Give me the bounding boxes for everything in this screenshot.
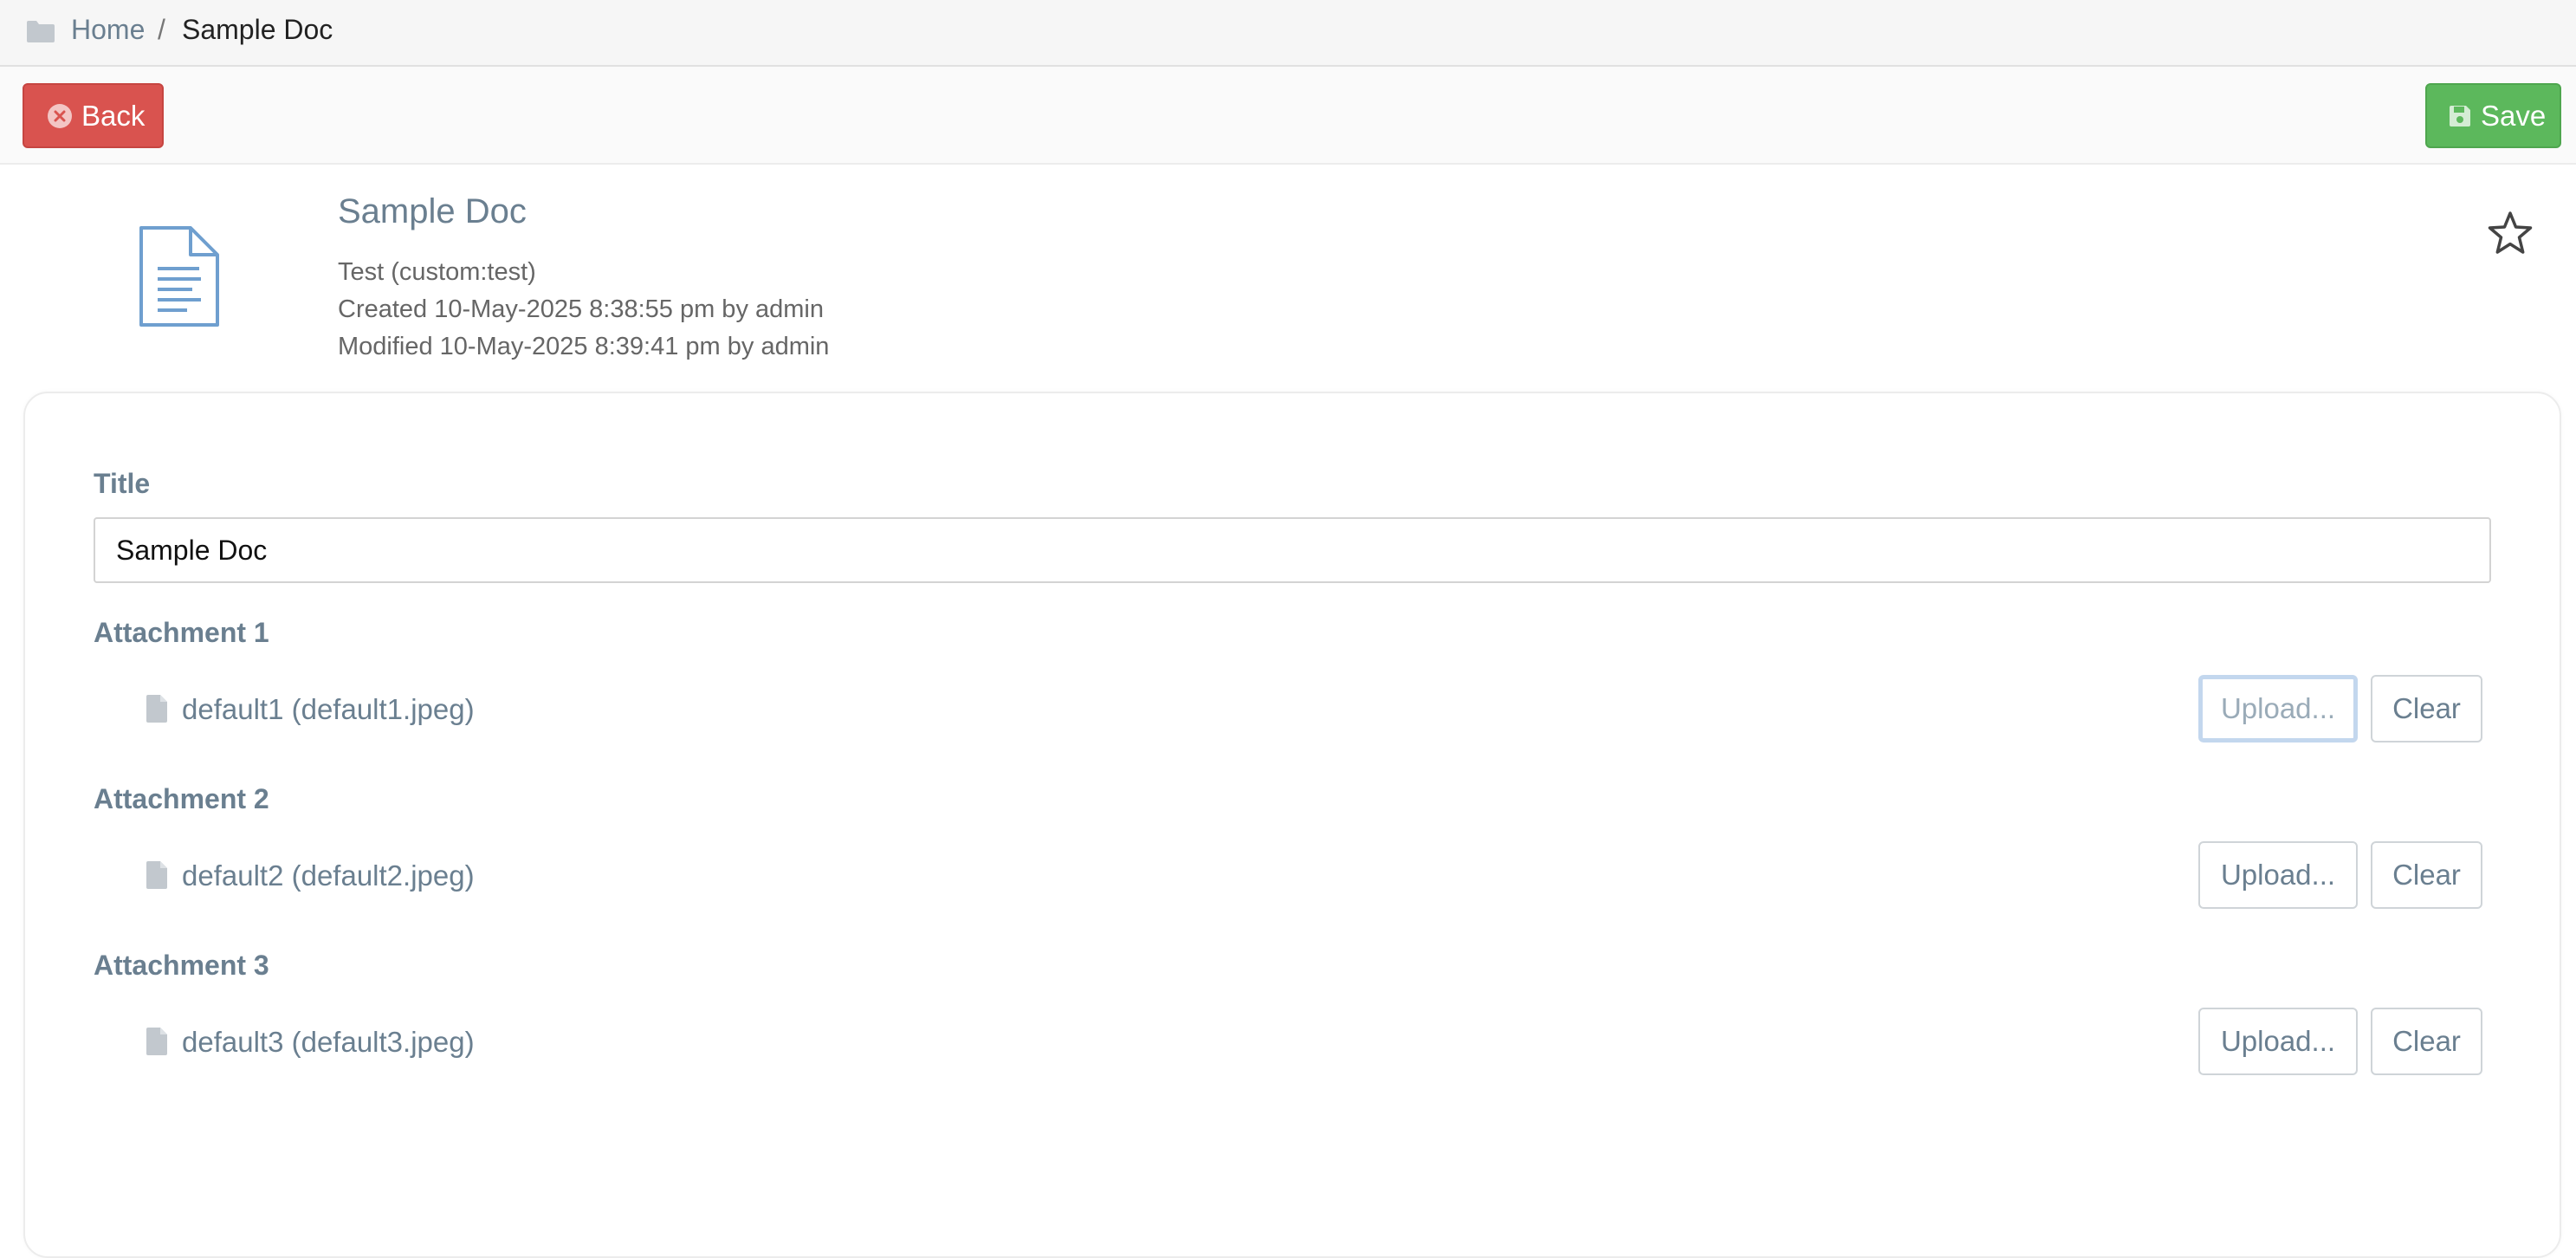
save-button-label: Save bbox=[2481, 99, 2547, 132]
attachment-1-file[interactable]: default1 (default1.jpeg) bbox=[182, 693, 475, 726]
attachment-3-clear-button[interactable]: Clear bbox=[2371, 1008, 2482, 1075]
back-button[interactable]: Back bbox=[23, 83, 164, 148]
star-outline-icon[interactable] bbox=[2488, 211, 2533, 256]
document-created: Created 10-May-2025 8:38:55 pm by admin bbox=[338, 295, 824, 323]
attachment-3-upload-button[interactable]: Upload... bbox=[2198, 1008, 2358, 1075]
attachment-2-clear-button[interactable]: Clear bbox=[2371, 841, 2482, 909]
attachment-1-label: Attachment 1 bbox=[94, 617, 269, 648]
attachment-3-label: Attachment 3 bbox=[94, 950, 269, 981]
back-button-label: Back bbox=[81, 99, 146, 132]
document-icon bbox=[139, 226, 219, 327]
attachment-2-label: Attachment 2 bbox=[94, 783, 269, 814]
folder-icon bbox=[27, 21, 55, 42]
attachment-1-upload-button[interactable]: Upload... bbox=[2198, 675, 2358, 742]
breadcrumb-current: Sample Doc bbox=[182, 14, 333, 45]
file-icon bbox=[146, 1028, 167, 1055]
attachment-3-file[interactable]: default3 (default3.jpeg) bbox=[182, 1026, 475, 1059]
document-title: Sample Doc bbox=[338, 192, 527, 230]
file-icon bbox=[146, 695, 167, 723]
attachment-2-upload-button[interactable]: Upload... bbox=[2198, 841, 2358, 909]
close-circle-icon bbox=[48, 103, 72, 128]
toolbar: Back Save bbox=[0, 67, 2576, 165]
document-type: Test (custom:test) bbox=[338, 258, 536, 286]
save-button[interactable]: Save bbox=[2425, 83, 2561, 148]
file-icon bbox=[146, 861, 167, 889]
breadcrumb-home-link[interactable]: Home bbox=[71, 14, 145, 46]
title-input[interactable] bbox=[94, 517, 2491, 583]
attachment-2-file[interactable]: default2 (default2.jpeg) bbox=[182, 859, 475, 892]
attachment-1-clear-button[interactable]: Clear bbox=[2371, 675, 2482, 742]
breadcrumb-separator: / bbox=[158, 14, 165, 45]
document-modified: Modified 10-May-2025 8:39:41 pm by admin bbox=[338, 333, 830, 360]
floppy-disk-icon bbox=[2450, 105, 2470, 126]
title-label: Title bbox=[94, 468, 151, 499]
breadcrumb: Home / Sample Doc bbox=[0, 0, 2576, 67]
